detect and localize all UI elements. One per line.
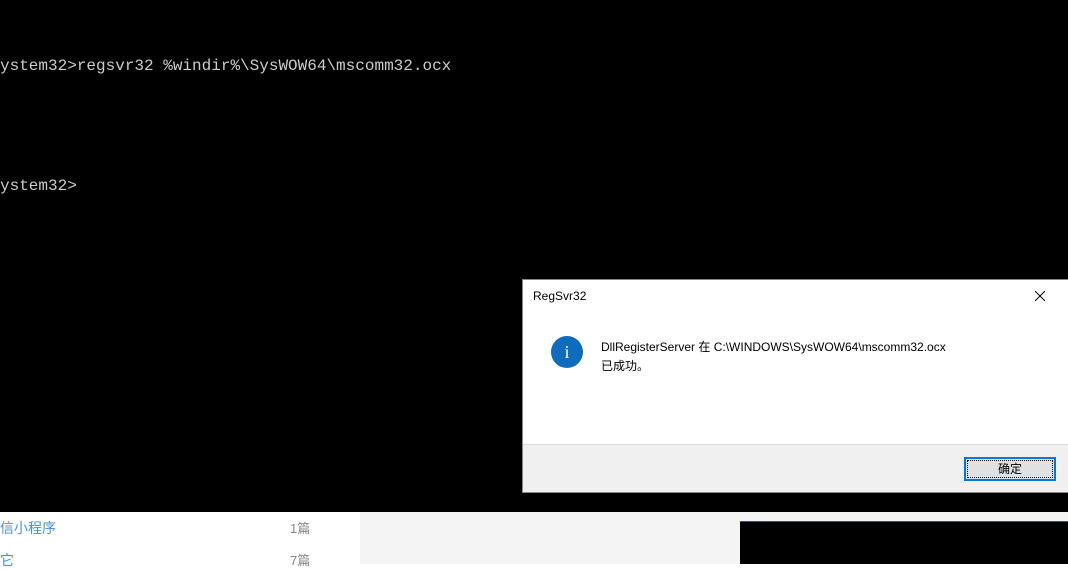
embedded-dark-panel [740, 521, 1068, 564]
dialog-message-line: 已成功。 [601, 357, 946, 376]
sidebar-link-wechat-miniapp[interactable]: 信小程序 [0, 518, 56, 538]
dialog-titlebar[interactable]: RegSvr32 [523, 280, 1068, 312]
page-background: 信小程序 1篇 它 7篇 [0, 512, 1068, 564]
sidebar-count: 7篇 [290, 550, 310, 569]
terminal-line: ystem32>regsvr32 %windir%\SysWOW64\mscom… [0, 54, 1068, 78]
dialog-message: DllRegisterServer 在 C:\WINDOWS\SysWOW64\… [601, 336, 946, 376]
sidebar-link-other[interactable]: 它 [0, 550, 14, 570]
dialog-message-line: DllRegisterServer 在 C:\WINDOWS\SysWOW64\… [601, 338, 946, 357]
regsvr32-dialog: RegSvr32 i DllRegisterServer 在 C:\WINDOW… [522, 279, 1068, 493]
ok-button[interactable]: 确定 [964, 457, 1056, 481]
content-panel [360, 512, 1068, 564]
sidebar-count: 1篇 [290, 518, 310, 537]
terminal-line: ystem32> [0, 174, 1068, 198]
dialog-title: RegSvr32 [533, 289, 586, 303]
close-button[interactable] [1020, 282, 1060, 310]
dialog-body: i DllRegisterServer 在 C:\WINDOWS\SysWOW6… [523, 312, 1068, 386]
close-icon [1035, 291, 1045, 301]
info-icon: i [551, 336, 583, 368]
dialog-footer: 确定 [523, 444, 1068, 492]
